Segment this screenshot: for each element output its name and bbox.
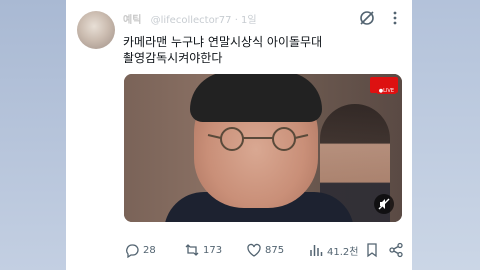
mute-icon	[378, 198, 390, 210]
reply-count: 28	[143, 244, 156, 256]
repost-button[interactable]: 173	[184, 241, 222, 259]
reply-button[interactable]: 28	[124, 241, 156, 259]
live-badge: ●LIVE	[376, 88, 396, 94]
view-count: 41.2천	[327, 246, 359, 258]
post-meta: 예틱 @lifecollector77 · 1일	[123, 11, 257, 26]
background-left	[0, 0, 66, 270]
hair	[190, 74, 322, 122]
bookmark-button[interactable]	[364, 241, 380, 259]
bookmark-icon	[367, 243, 377, 258]
glasses	[207, 127, 309, 151]
avatar[interactable]	[77, 11, 115, 49]
more-options-icon[interactable]	[386, 9, 404, 27]
author-handle[interactable]: @lifecollector77 · 1일	[151, 15, 257, 26]
repost-icon	[185, 244, 199, 256]
post-card[interactable]: 예틱 @lifecollector77 · 1일 카메라맨 누구냐 연말시상식 …	[66, 0, 412, 270]
like-count: 875	[265, 244, 285, 256]
share-icon	[389, 242, 403, 258]
post-video[interactable]: ●LIVE	[124, 74, 402, 222]
heart-icon	[247, 243, 261, 257]
post-text-line: 촬영감독시켜야한다	[123, 51, 223, 65]
author-name[interactable]: 예틱	[123, 15, 141, 26]
action-bar: 28 173 875 41.2천	[124, 241, 404, 259]
mute-button[interactable]	[374, 194, 394, 214]
post-text-line: 카메라맨 누구냐 연말시상식 아이돌무대	[123, 35, 323, 49]
reply-icon	[126, 244, 139, 258]
share-button[interactable]	[388, 241, 404, 259]
repost-count: 173	[203, 244, 223, 256]
grok-icon[interactable]	[358, 9, 376, 27]
like-button[interactable]: 875	[246, 241, 284, 259]
views-button[interactable]: 41.2천	[308, 241, 358, 259]
background-right	[412, 0, 480, 270]
post-text: 카메라맨 누구냐 연말시상식 아이돌무대 촬영감독시켜야한다	[123, 34, 393, 66]
views-icon	[310, 245, 323, 256]
